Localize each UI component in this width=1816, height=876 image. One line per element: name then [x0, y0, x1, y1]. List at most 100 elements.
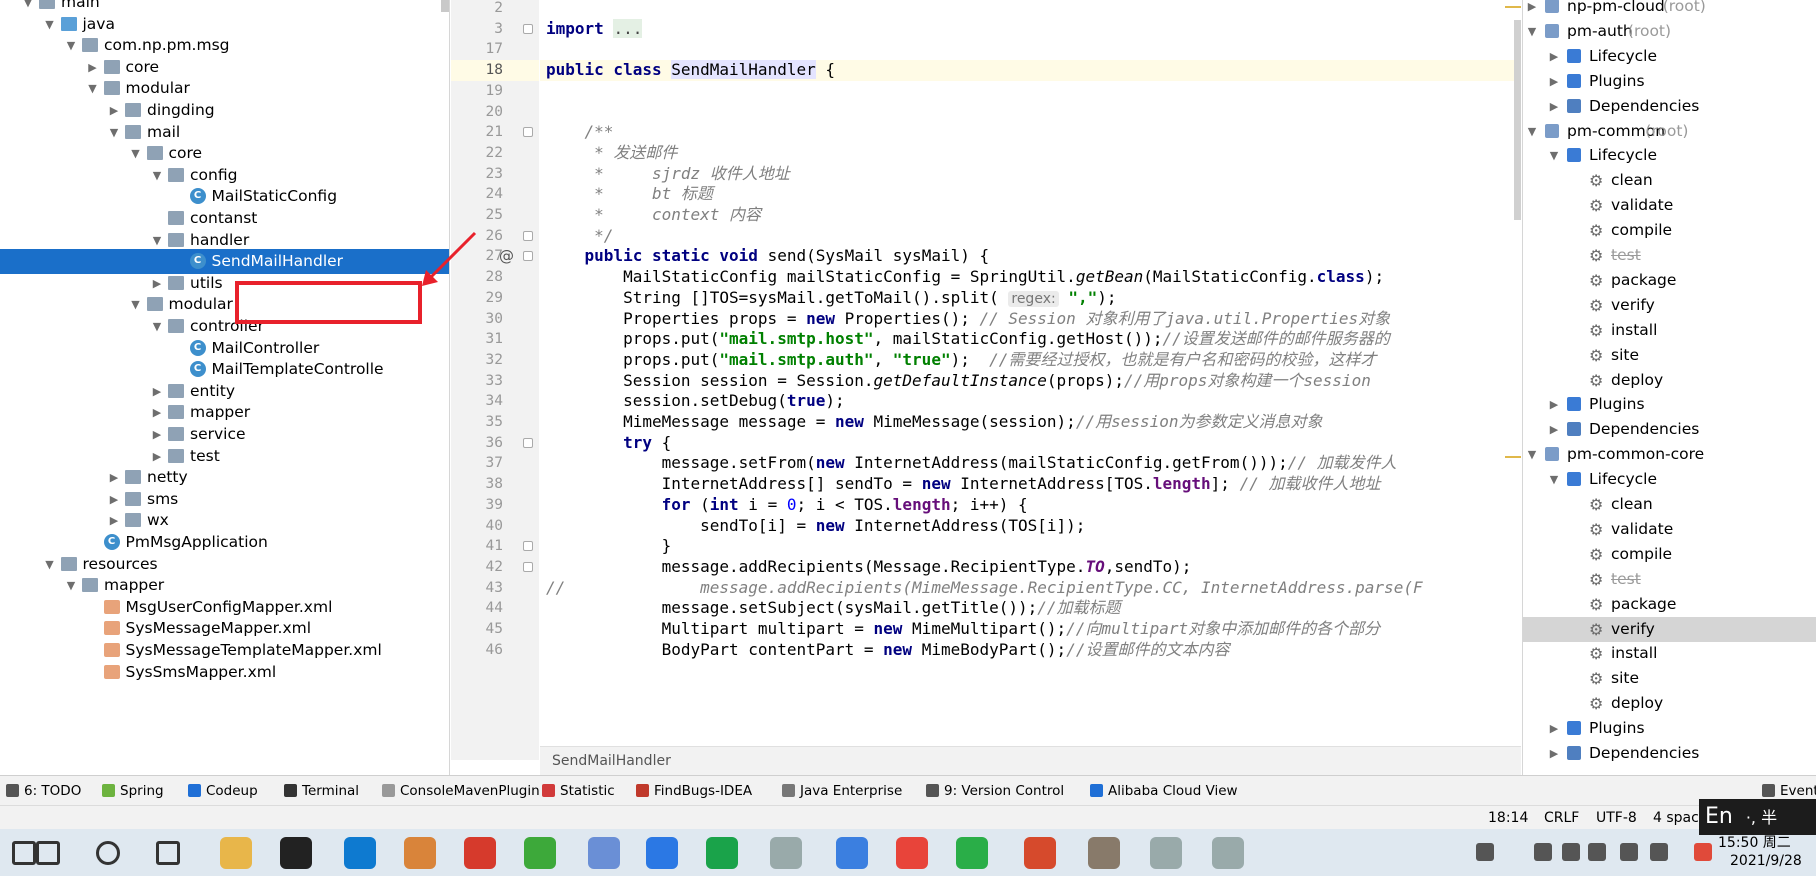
code-line[interactable]: * 发送邮件	[540, 143, 1521, 164]
code-line[interactable]: public class SendMailHandler {	[540, 60, 1521, 81]
ime-indicator[interactable]: En ·, 半	[1699, 799, 1816, 835]
code-line[interactable]: for (int i = 0; i < TOS.length; i++) {	[540, 495, 1521, 516]
caret-position[interactable]: 18:14	[1488, 806, 1528, 830]
maven-node[interactable]: ⚙ site	[1523, 343, 1816, 368]
maven-node[interactable]: ▼ Lifecycle	[1523, 143, 1816, 168]
indent-setting[interactable]: 4 spac	[1653, 806, 1699, 830]
notification-icon[interactable]	[1694, 843, 1712, 861]
maven-node[interactable]: ⚙ install	[1523, 641, 1816, 666]
up-arrow-icon[interactable]	[1476, 843, 1494, 861]
clock-date[interactable]: 2021/9/28	[1730, 853, 1802, 869]
tree-node[interactable]: SysSmsMapper.xml	[0, 660, 449, 685]
code-line[interactable]: import ...	[540, 18, 1521, 40]
code-line[interactable]: public static void send(SysMail sysMail)…	[540, 246, 1521, 267]
code-line[interactable]: message.addRecipients(Message.RecipientT…	[540, 557, 1521, 578]
ie-icon[interactable]	[524, 837, 556, 869]
editor-breadcrumb[interactable]: SendMailHandler	[540, 746, 1521, 775]
maven-node[interactable]: ▶ Dependencies	[1523, 94, 1816, 119]
tool-window-consolemaven[interactable]: ConsoleMavenPlugin	[382, 776, 540, 806]
maven-node[interactable]: ▶ Plugins	[1523, 392, 1816, 417]
code-line[interactable]: Properties props = new Properties(); // …	[540, 309, 1521, 330]
chat-icon[interactable]	[770, 837, 802, 869]
tool-window-statistic[interactable]: Statistic	[542, 776, 615, 806]
chevron-right-icon[interactable]: ▶	[1547, 741, 1561, 766]
tool-window-vcs[interactable]: 9: Version Control	[926, 776, 1064, 806]
tool-window-spring[interactable]: Spring	[102, 776, 164, 806]
code-line[interactable]: MimeMessage message = new MimeMessage(se…	[540, 412, 1521, 433]
fold-marker-icon[interactable]	[523, 127, 533, 138]
code-editor[interactable]: import ... public class SendMailHandler {…	[540, 0, 1521, 760]
code-line[interactable]: message.setSubject(sysMail.getTitle());/…	[540, 598, 1521, 619]
fold-marker-icon[interactable]	[523, 230, 533, 241]
code-line[interactable]: try {	[540, 433, 1521, 454]
maven-node[interactable]: ▶ Plugins	[1523, 69, 1816, 94]
maven-node[interactable]: ▼ pm-common (root)	[1523, 119, 1816, 144]
code-line[interactable]: * sjrdz 收件人地址	[540, 164, 1521, 185]
maven-node[interactable]: ⚙ deploy	[1523, 368, 1816, 393]
breadcrumb-class[interactable]: SendMailHandler	[552, 753, 671, 769]
battery-icon[interactable]	[1620, 843, 1638, 861]
chrome-icon[interactable]	[896, 837, 928, 869]
browser-icon[interactable]	[404, 837, 436, 869]
maven-node[interactable]: ⚙ clean	[1523, 168, 1816, 193]
chat3-icon[interactable]	[1212, 837, 1244, 869]
maven-node[interactable]: ⚙ package	[1523, 268, 1816, 293]
wechat-icon[interactable]	[956, 837, 988, 869]
code-line[interactable]: Multipart multipart = new MimeMultipart(…	[540, 619, 1521, 640]
code-line[interactable]: InternetAddress[] sendTo = new InternetA…	[540, 474, 1521, 495]
maven-node[interactable]: ⚙ compile	[1523, 218, 1816, 243]
maven-node[interactable]: ⚙ verify	[1523, 616, 1816, 642]
hbuilder-icon[interactable]	[706, 837, 738, 869]
maven-node[interactable]: ⚙ test	[1523, 567, 1816, 592]
qq-icon[interactable]	[836, 837, 868, 869]
tool-window-codeup[interactable]: Codeup	[188, 776, 258, 806]
maven-node[interactable]: ⚙ validate	[1523, 193, 1816, 218]
maven-node[interactable]: ▶ Dependencies	[1523, 417, 1816, 442]
chevron-down-icon[interactable]: ▼	[1525, 19, 1539, 44]
fold-marker-icon[interactable]	[523, 541, 533, 552]
fold-marker-icon[interactable]	[523, 23, 533, 34]
notes-icon[interactable]	[646, 837, 678, 869]
search-icon[interactable]	[36, 841, 60, 865]
code-line[interactable]	[540, 81, 1521, 102]
chevron-right-icon[interactable]: ▶	[1547, 716, 1561, 741]
editor-vscrollbar[interactable]	[1514, 20, 1521, 220]
maven-node[interactable]: ▼ pm-common-core	[1523, 442, 1816, 467]
chevron-right-icon[interactable]: ▶	[1547, 44, 1561, 69]
maven-node[interactable]: ▶ Lifecycle	[1523, 44, 1816, 69]
maven-node[interactable]: ⚙ site	[1523, 666, 1816, 691]
line-separator[interactable]: CRLF	[1544, 806, 1579, 830]
chevron-down-icon[interactable]: ▼	[1525, 442, 1539, 467]
chevron-right-icon[interactable]: ▶	[1547, 94, 1561, 119]
chat2-icon[interactable]	[1150, 837, 1182, 869]
maven-node[interactable]: ▶ Plugins	[1523, 716, 1816, 741]
avatar-icon[interactable]	[1088, 837, 1120, 869]
file-encoding[interactable]: UTF-8	[1596, 806, 1637, 830]
code-line[interactable]: String []TOS=sysMail.getToMail().split( …	[540, 288, 1521, 309]
code-line[interactable]: * bt 标题	[540, 184, 1521, 205]
maven-node[interactable]: ⚙ verify	[1523, 293, 1816, 318]
tool-window-javaent[interactable]: Java Enterprise	[782, 776, 902, 806]
maven-node[interactable]: ⚙ compile	[1523, 542, 1816, 567]
chevron-down-icon[interactable]: ▼	[1547, 143, 1561, 168]
code-line[interactable]: // message.addRecipients(MimeMessage.Rec…	[540, 578, 1521, 599]
code-line[interactable]: */	[540, 226, 1521, 247]
code-line[interactable]: sendTo[i] = new InternetAddress(TOS[i]);	[540, 516, 1521, 537]
maven-node[interactable]: ▶ np-pm-cloud (root)	[1523, 0, 1816, 19]
ime-icon[interactable]	[1650, 843, 1668, 861]
windows-icon[interactable]	[12, 841, 36, 865]
maven-node[interactable]: ▶ Dependencies	[1523, 741, 1816, 766]
cortana-icon[interactable]	[96, 841, 120, 865]
tool-window-todo[interactable]: 6: TODO	[6, 776, 81, 806]
tool-window-terminal[interactable]: Terminal	[284, 776, 359, 806]
tree-scrollbar[interactable]	[441, 0, 449, 12]
network-icon[interactable]	[1534, 843, 1552, 861]
maven-node[interactable]: ⚙ deploy	[1523, 691, 1816, 716]
explorer-icon[interactable]	[220, 837, 252, 869]
maven-node[interactable]: ⚙ clean	[1523, 492, 1816, 517]
maven-node[interactable]: ▼ pm-auth (root)	[1523, 19, 1816, 44]
maven-node[interactable]: ⚙ install	[1523, 318, 1816, 343]
code-line[interactable]	[540, 0, 1521, 19]
fold-marker-icon[interactable]	[523, 561, 533, 572]
chevron-down-icon[interactable]: ▼	[1525, 119, 1539, 144]
